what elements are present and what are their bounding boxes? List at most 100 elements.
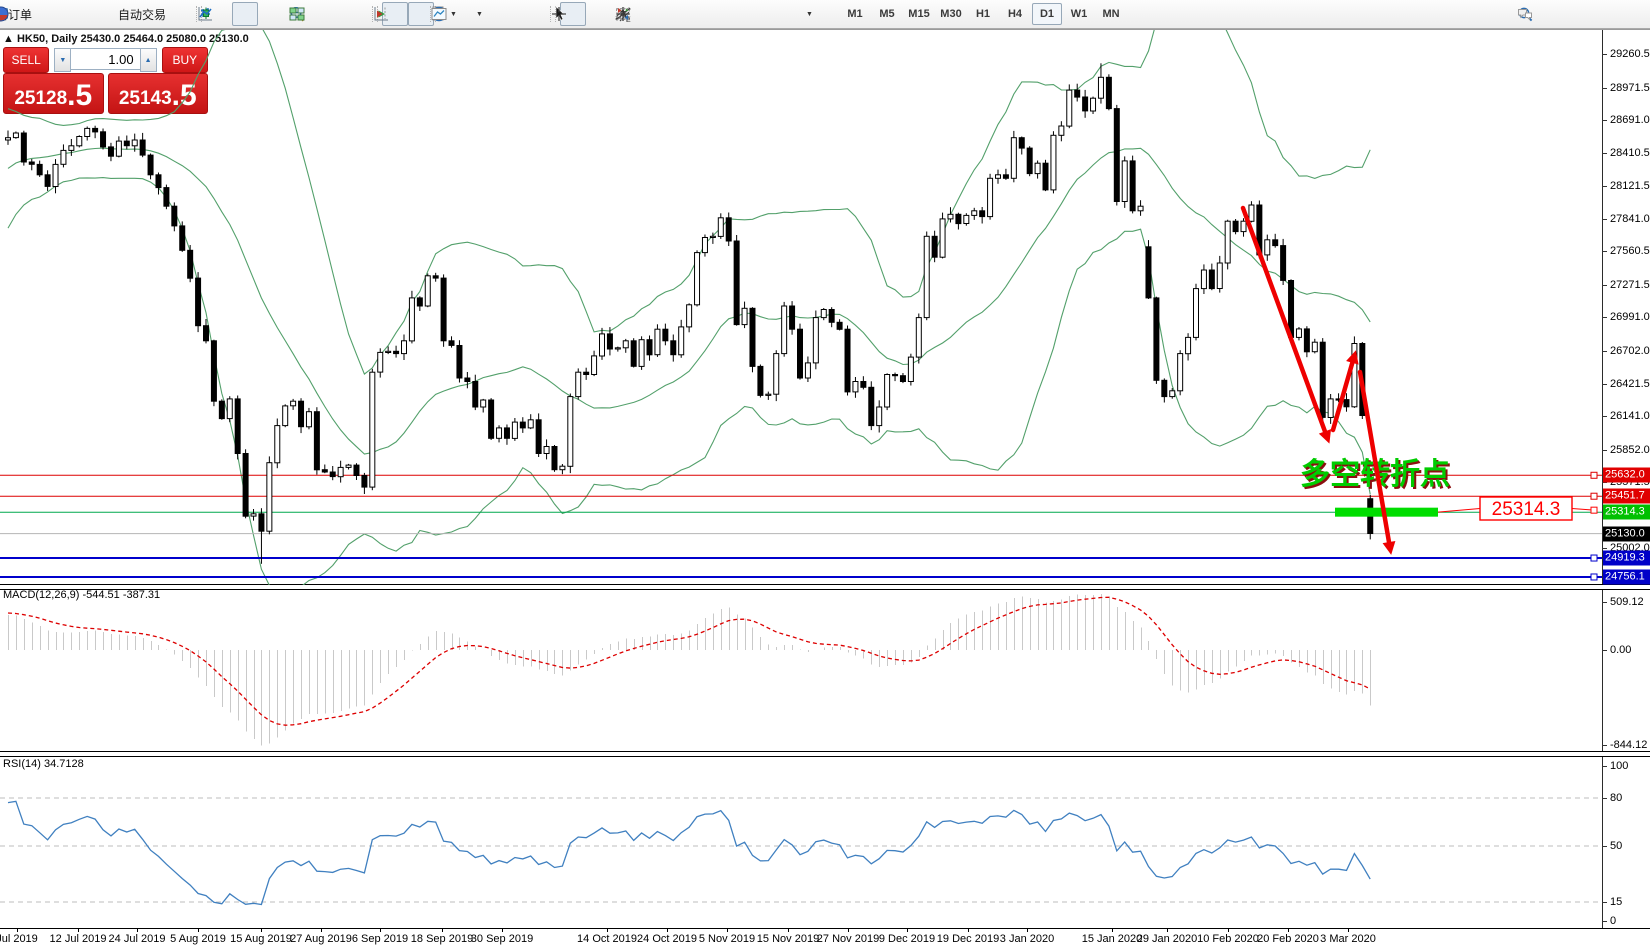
candlestick-series[interactable] [6, 63, 1373, 564]
price-tick-label: 28410.5 [1610, 147, 1650, 159]
toolbar-group: EFAT ▼ [614, 2, 822, 26]
crosshair-button[interactable] [586, 2, 612, 26]
time-tick-label: 29 Jan 2020 [1137, 933, 1198, 945]
time-tick-label: 14 Oct 2019 [577, 933, 637, 945]
price-tick [1602, 120, 1607, 121]
signals-button[interactable] [88, 2, 114, 26]
price-tick [1602, 54, 1607, 55]
price-line-tag-24756.1: 24756.1 [1603, 569, 1650, 584]
price-tick-label: 28691.0 [1610, 114, 1650, 126]
time-tick [1228, 928, 1229, 932]
main-chart-canvas[interactable]: 25314.3多空转折点多空转折点 [0, 30, 1602, 585]
rsi-tick-label: 80 [1610, 792, 1622, 804]
chat-button[interactable] [1542, 2, 1568, 26]
line-chart-icon [196, 5, 214, 23]
candlestick-chart-button[interactable] [232, 2, 258, 26]
line-chart-button[interactable] [258, 2, 284, 26]
time-tick [1112, 928, 1113, 932]
auto-trading-button-label: 自动交易 [115, 6, 169, 23]
bollinger-middle-band[interactable] [8, 148, 1370, 454]
tile-windows-icon [288, 5, 306, 23]
price-tick-label: 25852.0 [1610, 444, 1650, 456]
time-tick-label: 15 Aug 2019 [230, 933, 292, 945]
price-tick-label: 28971.5 [1610, 82, 1650, 94]
time-tick-label: 24 Oct 2019 [637, 933, 697, 945]
chevron-down-icon: ▼ [806, 11, 813, 18]
price-tick-label: 26991.0 [1610, 311, 1650, 323]
timeframe-h1[interactable]: H1 [968, 3, 998, 25]
macd-signal-line [8, 597, 1370, 725]
tile-windows-button[interactable] [340, 2, 366, 26]
timeframe-m15[interactable]: M15 [904, 3, 934, 25]
macd-panel-canvas[interactable] [0, 588, 1602, 751]
chart-window-icon[interactable] [36, 2, 62, 26]
rsi-tick-label: 15 [1610, 896, 1622, 908]
periods-button[interactable]: ▼ [466, 2, 492, 26]
channel-button[interactable]: E [692, 2, 718, 26]
rsi-tick-label: 0 [1610, 915, 1616, 927]
price-tick [1602, 384, 1607, 385]
timeframe-d1[interactable]: D1 [1032, 3, 1062, 25]
chat-icon [1516, 5, 1534, 23]
horizontal-line-button[interactable] [640, 2, 666, 26]
time-tick [198, 928, 199, 932]
macd-tick-label: 509.12 [1610, 596, 1644, 608]
time-tick [1288, 928, 1289, 932]
price-line-tag-24919.3: 24919.3 [1603, 551, 1650, 566]
market-watch-button[interactable] [62, 2, 88, 26]
auto-trading-button[interactable]: 自动交易 [114, 2, 170, 26]
time-tick-label: 27 Aug 2019 [290, 933, 352, 945]
zoom-out-button[interactable] [314, 2, 340, 26]
fibonacci-button[interactable]: F [718, 2, 744, 26]
price-tick-label: 29260.5 [1610, 48, 1650, 60]
toolbar-group [196, 2, 284, 26]
rsi-tick [1602, 921, 1607, 922]
timeframe-m30[interactable]: M30 [936, 3, 966, 25]
timeframe-m5[interactable]: M5 [872, 3, 902, 25]
timeframe-toolbar: M1M5M15M30H1H4D1W1MN [840, 2, 1128, 26]
time-tick [848, 928, 849, 932]
price-tick [1602, 153, 1607, 154]
rsi-panel-canvas[interactable] [0, 756, 1602, 928]
timeframe-w1[interactable]: W1 [1064, 3, 1094, 25]
crosshair-icon [550, 5, 568, 23]
time-tick-label: 15 Jan 2020 [1082, 933, 1143, 945]
time-tick-label: 6 Sep 2019 [352, 933, 408, 945]
text-button[interactable]: A [744, 2, 770, 26]
rsi-tick [1602, 846, 1607, 847]
timeframe-h4[interactable]: H4 [1000, 3, 1030, 25]
arrows-button[interactable]: ▼ [796, 2, 822, 26]
macd-histogram [9, 594, 1371, 745]
time-tick [380, 928, 381, 932]
time-tick [907, 928, 908, 932]
text-label-button[interactable]: T [770, 2, 796, 26]
toolbar: 新订单自动交易▼▼EFAT▼M1M5M15M30H1H4D1W1MN [0, 0, 1650, 29]
chevron-down-icon: ▼ [476, 11, 483, 18]
price-line-tag-25314.3: 25314.3 [1603, 505, 1650, 520]
time-axis-border [0, 928, 1650, 929]
toolbar-group [1516, 2, 1568, 26]
timeframe-m1[interactable]: M1 [840, 3, 870, 25]
time-tick [78, 928, 79, 932]
time-tick [1027, 928, 1028, 932]
chart-shift-icon [372, 5, 390, 23]
time-tick-label: 20 Feb 2020 [1257, 933, 1319, 945]
macd-tick-label: -844.12 [1610, 739, 1647, 751]
price-tick-label: 26421.5 [1610, 378, 1650, 390]
trendline-button[interactable] [666, 2, 692, 26]
rsi-tick [1602, 798, 1607, 799]
profiles-button[interactable] [492, 2, 518, 26]
time-tick [17, 928, 18, 932]
price-tick-label: 27841.0 [1610, 213, 1650, 225]
price-tick [1602, 186, 1607, 187]
price-line-tag-25451.7: 25451.7 [1603, 489, 1650, 504]
time-tick-label: 27 Nov 2019 [817, 933, 879, 945]
time-tick-label: 5 Nov 2019 [699, 933, 755, 945]
rsi-tick [1602, 902, 1607, 903]
price-tick [1602, 88, 1607, 89]
time-tick-label: 19 Dec 2019 [937, 933, 999, 945]
profiles-icon [430, 5, 448, 23]
timeframe-mn[interactable]: MN [1096, 3, 1126, 25]
time-tick [1167, 928, 1168, 932]
toolbar-group [288, 2, 366, 26]
